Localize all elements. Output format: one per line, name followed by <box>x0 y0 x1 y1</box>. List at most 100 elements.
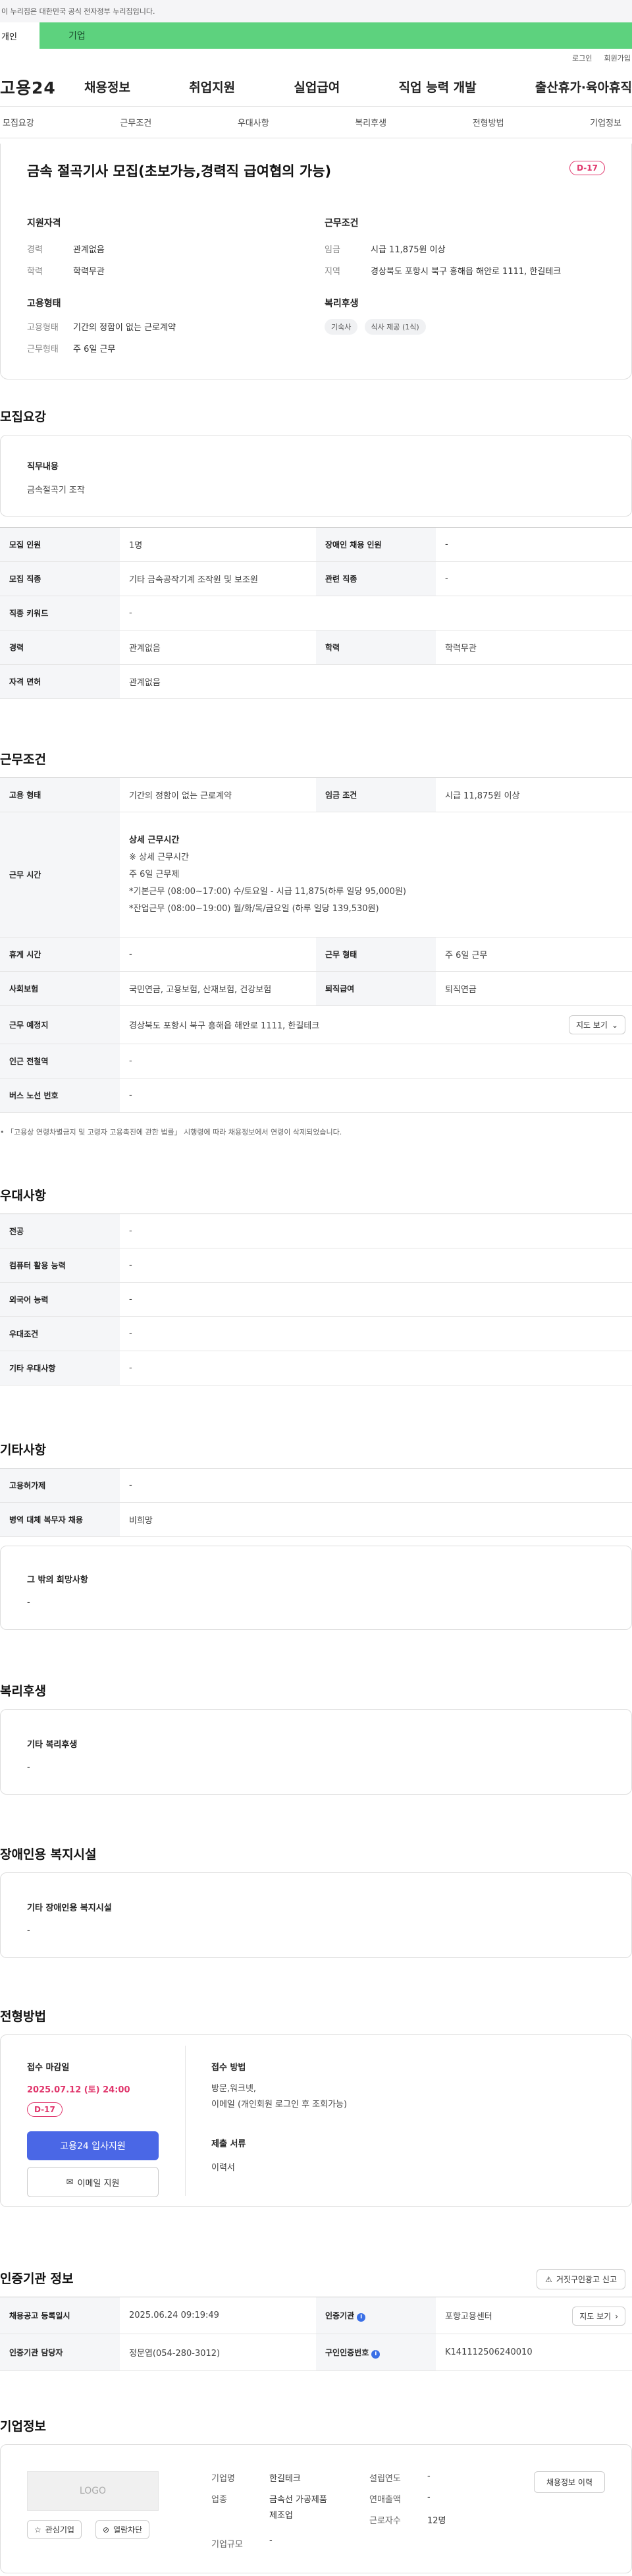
apply-button[interactable]: 고용24 입사지원 <box>27 2131 159 2160</box>
table-header: 구인인증번호 i <box>316 2334 436 2371</box>
emp-list: 고용형태 기간의 정함이 없는 근로계약 근무형태 주 6일 근무 <box>27 320 176 354</box>
mail-icon: ✉ <box>66 2177 74 2187</box>
corporate-tab[interactable]: 기업 <box>40 22 632 49</box>
staff-label: 근로자수 <box>369 2516 401 2526</box>
cond-value: 시급 11,875원 이상 <box>371 245 446 255</box>
table-header: 병역 대체 복무자 채용 <box>0 1502 120 1537</box>
etc-table: 고용허가제 - 병역 대체 복무자 채용 비희망 <box>0 1468 632 1537</box>
table-row: 휴게 시간 - 근무 형태 주 6일 근무 <box>0 937 632 972</box>
table-row: 외국어 능력 - <box>0 1282 632 1317</box>
qual-value: 관계없음 <box>73 245 105 255</box>
hiring-history-button[interactable]: 채용정보 이력 <box>533 2471 605 2493</box>
report-button[interactable]: ⚠ 거짓구인광고 신고 <box>537 2269 625 2289</box>
email-apply-button[interactable]: ✉ 이메일 지원 <box>27 2167 159 2197</box>
recruit-heading: 모집요강 <box>0 410 46 424</box>
menu-unemployment-benefit[interactable]: 실업급여 <box>294 78 340 96</box>
company-name: 한길테크 <box>269 2474 301 2484</box>
block-label: 열람차단 <box>113 2525 143 2534</box>
pref-table: 전공 - 컴퓨터 활용 능력 - 외국어 능력 - 우대조건 - 기타 우대사항 - <box>0 1214 632 1386</box>
number-label: 구인인증번호 <box>325 2347 369 2357</box>
table-cell: 퇴직연금 <box>436 971 632 1006</box>
info-icon[interactable]: i <box>357 2312 366 2322</box>
table-header: 퇴직급여 <box>316 971 436 1006</box>
emp-value: 주 6일 근무 <box>73 345 116 354</box>
table-cell: 정문엽(054-280-3012) <box>120 2334 316 2371</box>
work-hours-cell: 상세 근무시간 ※ 상세 근무시간 주 6일 근무제 *기본근무 (08:00~… <box>120 812 632 938</box>
menu-parental-leave[interactable]: 출산휴가·육아휴직 <box>535 78 632 96</box>
hours-line: 주 6일 근무제 <box>129 869 180 880</box>
table-row: 채용공고 등록일시 2025.06.24 09:19:49 인증기관 i 포항고용… <box>0 2297 632 2334</box>
industry-line: 제조업 <box>269 2511 293 2521</box>
agency-label: 인증기관 <box>325 2310 355 2320</box>
tab-recruit[interactable]: 모집요강 <box>0 116 37 128</box>
table-header: 사회보험 <box>0 971 120 1006</box>
tab-company[interactable]: 기업정보 <box>587 116 624 128</box>
table-header: 근무 시간 <box>0 812 120 938</box>
table-cell: 관계없음 <box>120 630 316 665</box>
menu-jobs[interactable]: 채용정보 <box>84 78 130 96</box>
screening-dday-badge: D-17 <box>27 2102 63 2117</box>
agency-header: 인증기관 정보 ⚠ 거짓구인광고 신고 <box>0 2269 632 2291</box>
tab-screening[interactable]: 전형방법 <box>470 116 507 128</box>
table-row: 기타 우대사항 - <box>0 1351 632 1386</box>
industry-lines: 금속선 가공제품 제조업 <box>269 2492 327 2524</box>
individual-tab[interactable]: 개인 <box>0 22 40 49</box>
screening-card: 접수 마감일 2025.07.12 (토) 24:00 D-17 고용24 입사… <box>0 2034 632 2207</box>
method-line: 방문,워크넷, <box>211 2084 257 2094</box>
deadline-label: 접수 마감일 <box>27 2063 70 2073</box>
size-label: 기업규모 <box>211 2540 243 2550</box>
table-row: 모집 직종 기타 금속공작기계 조작원 및 보조원 관련 직종 - <box>0 561 632 596</box>
recruit-table: 모집 인원 1명 장애인 채용 인원 - 모집 직종 기타 금속공작기계 조작원… <box>0 527 632 699</box>
work-place: 경상북도 포항시 북구 흥해읍 해안로 1111, 한길테크 <box>129 1021 320 1031</box>
welfare-chips: 기숙사 식사 제공 (1식) <box>325 319 430 335</box>
table-header: 임금 조건 <box>316 777 436 812</box>
agency-map-button[interactable]: 지도 보기 › <box>572 2307 625 2326</box>
table-row: 직종 키워드 - <box>0 596 632 630</box>
signup-link[interactable]: 회원가입 <box>604 53 631 63</box>
etc-heading: 기타사항 <box>0 1443 46 1457</box>
size-value: - <box>269 2536 273 2546</box>
table-header: 외국어 능력 <box>0 1282 120 1317</box>
deadline-value: 2025.07.12 (토) 24:00 <box>27 2085 130 2095</box>
hours-line: 상세 근무시간 <box>129 835 180 845</box>
cond-label: 지역 <box>325 267 340 277</box>
info-icon[interactable]: i <box>371 2349 381 2359</box>
table-cell: 2025.06.24 09:19:49 <box>120 2297 316 2334</box>
table-header: 자격 면허 <box>0 664 120 699</box>
table-cell: - <box>120 1351 632 1386</box>
block-view-button[interactable]: ⊘ 열람차단 <box>95 2520 150 2539</box>
etc-other-card: 그 밖의 희망사항 - <box>0 1546 632 1630</box>
docs-label: 제출 서류 <box>211 2139 246 2149</box>
map-button[interactable]: 지도 보기 ⌄ <box>568 1015 625 1034</box>
menu-employment-support[interactable]: 취업지원 <box>189 78 235 96</box>
map-button-label: 지도 보기 <box>575 1021 608 1030</box>
sales-value: - <box>427 2492 431 2502</box>
duty-label: 직무내용 <box>27 462 59 472</box>
site-logo[interactable]: 고용24 <box>0 75 84 99</box>
table-header: 채용공고 등록일시 <box>0 2297 120 2334</box>
login-link[interactable]: 로그인 <box>572 53 592 63</box>
hours-line: *잔업근무 (08:00~19:00) 월/화/목/금요일 (하루 일당 139… <box>129 903 379 914</box>
tab-preferences[interactable]: 우대사항 <box>235 116 272 128</box>
table-row: 고용 형태 기간의 정함이 없는 근로계약 임금 조건 시급 11,875원 이… <box>0 777 632 812</box>
sales-label: 연매출액 <box>369 2495 401 2505</box>
job-title: 금속 절곡기사 모집(초보가능,경력직 급여협의 가능) <box>27 163 332 179</box>
method-label: 접수 방법 <box>211 2063 246 2073</box>
table-header: 장애인 채용 인원 <box>316 527 436 562</box>
table-cell: - <box>120 1248 632 1283</box>
table-header: 컴퓨터 활용 능력 <box>0 1248 120 1283</box>
disabled-heading: 장애인용 복지시설 <box>0 1847 97 1862</box>
card-divider <box>185 2046 186 2196</box>
table-cell: - <box>120 937 316 972</box>
table-row: 병역 대체 복무자 채용 비희망 <box>0 1502 632 1537</box>
menu-vocational-training[interactable]: 직업 능력 개발 <box>399 78 477 96</box>
table-row: 전공 - <box>0 1214 632 1248</box>
table-row: 사회보험 국민연금, 고용보험, 산재보험, 건강보험 퇴직급여 퇴직연금 <box>0 971 632 1006</box>
favorite-label: 관심기업 <box>45 2525 74 2534</box>
favorite-company-button[interactable]: ☆ 관심기업 <box>27 2520 82 2539</box>
tab-welfare[interactable]: 복리후생 <box>352 116 389 128</box>
welfare-heading: 복리후생 <box>325 298 359 309</box>
table-cell: - <box>436 561 632 596</box>
table-header: 인증기관 i <box>316 2297 436 2334</box>
tab-conditions[interactable]: 근무조건 <box>117 116 154 128</box>
